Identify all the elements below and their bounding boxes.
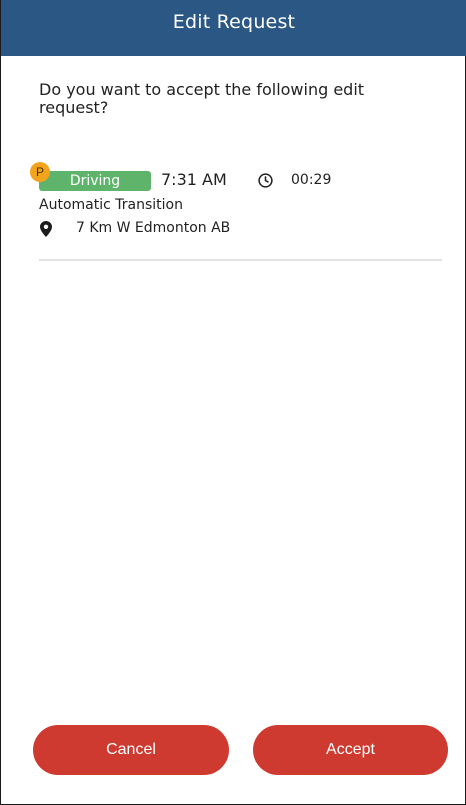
map-pin-icon	[40, 221, 52, 237]
log-entry: P Driving 7:31 AM 00:29 Automatic Transi…	[1, 156, 466, 266]
entry-annotation: Automatic Transition	[39, 197, 183, 213]
entry-time: 7:31 AM	[161, 170, 227, 189]
divider	[39, 259, 442, 261]
app-header: Edit Request	[1, 0, 466, 56]
cancel-button[interactable]: Cancel	[33, 725, 229, 775]
status-badge: Driving	[39, 171, 151, 191]
entry-location: 7 Km W Edmonton AB	[76, 220, 231, 236]
personal-badge: P	[30, 162, 50, 182]
confirmation-question: Do you want to accept the following edit…	[39, 80, 365, 117]
screen: Edit Request Do you want to accept the f…	[0, 0, 466, 805]
entry-duration: 00:29	[291, 172, 332, 188]
clock-icon	[258, 173, 273, 188]
accept-button[interactable]: Accept	[253, 725, 448, 775]
page-title: Edit Request	[172, 11, 296, 33]
